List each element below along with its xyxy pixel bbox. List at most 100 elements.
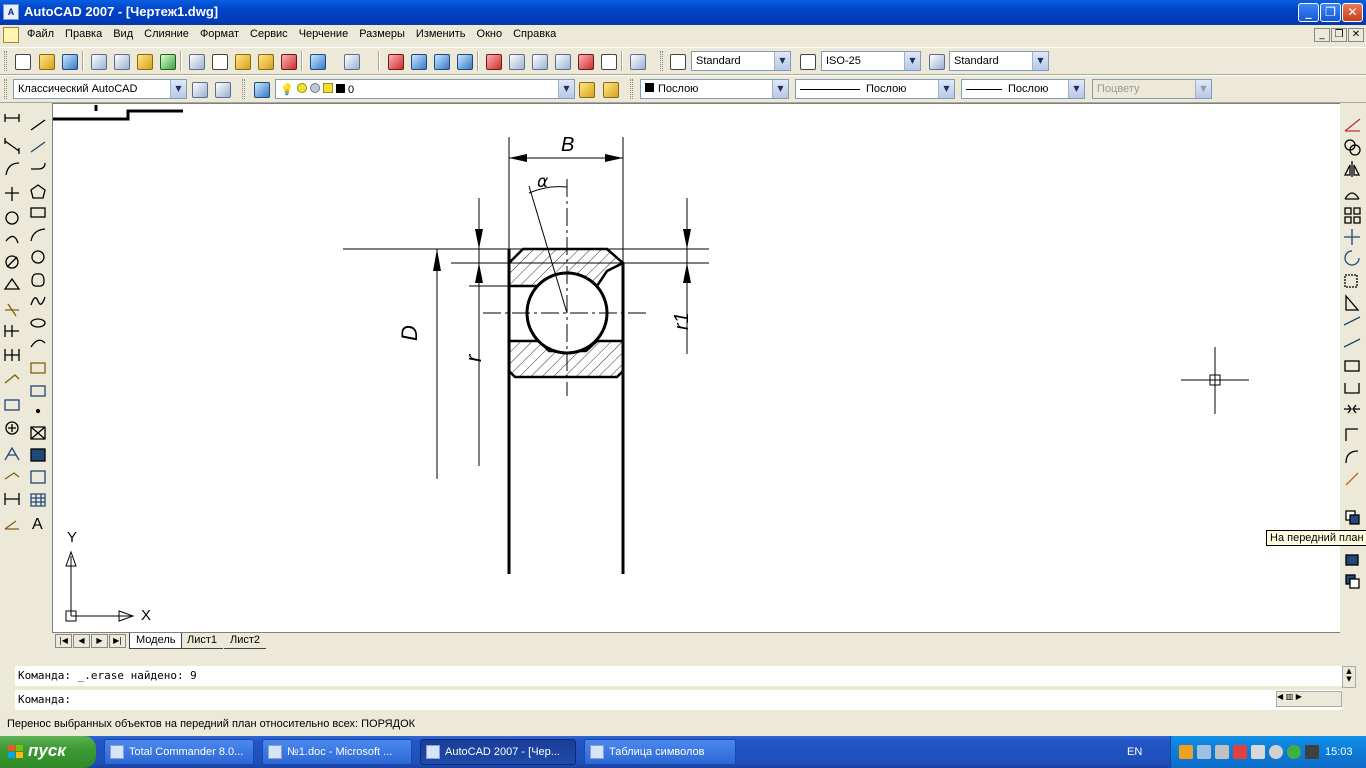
layer-previous-icon[interactable]: [601, 80, 619, 98]
task-autocad[interactable]: AutoCAD 2007 - [Чер...: [420, 739, 576, 765]
prev-tab-button[interactable]: ◀: [73, 634, 90, 648]
menu-file[interactable]: Файл: [22, 25, 60, 45]
zoom-previous-icon[interactable]: [455, 52, 473, 70]
menu-dimension[interactable]: Размеры: [354, 25, 411, 45]
tab-layout1[interactable]: Лист1: [181, 633, 224, 649]
etransmit-icon[interactable]: [158, 52, 176, 70]
network-icon[interactable]: [1197, 745, 1211, 759]
cut-icon[interactable]: [187, 52, 205, 70]
workspace-settings-icon[interactable]: [190, 80, 208, 98]
menu-modify[interactable]: Изменить: [411, 25, 472, 45]
layer-manager-icon[interactable]: [252, 80, 270, 98]
charmap-icon: [590, 745, 604, 759]
drawing-canvas[interactable]: B α D r r1 Y X: [52, 103, 1340, 633]
help-icon[interactable]: [628, 52, 646, 70]
network-disconnected-icon[interactable]: [1233, 745, 1247, 759]
layer-select[interactable]: 💡 0 ▼: [275, 79, 575, 99]
tool-palettes-icon[interactable]: [530, 52, 548, 70]
preview-icon[interactable]: [112, 52, 130, 70]
sheet-set-icon[interactable]: [553, 52, 571, 70]
new-icon[interactable]: [13, 52, 31, 70]
design-center-icon[interactable]: [507, 52, 525, 70]
match-properties-icon[interactable]: [256, 52, 274, 70]
redo-icon[interactable]: [342, 52, 360, 70]
lineweight-select[interactable]: Послою ▼: [961, 79, 1085, 99]
calculator-icon[interactable]: [599, 52, 617, 70]
menu-edit[interactable]: Правка: [60, 25, 108, 45]
dim-style-icon[interactable]: [798, 52, 816, 70]
minimize-button[interactable]: _: [1298, 3, 1319, 22]
tray-icon-8[interactable]: [1305, 745, 1319, 759]
command-scrollbar[interactable]: ▲ ▼: [1342, 666, 1356, 688]
window-title: AutoCAD 2007 - [Чертеж1.dwg]: [24, 4, 219, 19]
tray-app-icon[interactable]: [1179, 745, 1193, 759]
close-button[interactable]: ✕: [1342, 3, 1363, 22]
menu-tools[interactable]: Сервис: [245, 25, 294, 45]
next-tab-button[interactable]: ▶: [91, 634, 108, 648]
word-icon: [268, 745, 282, 759]
pan-icon[interactable]: [386, 52, 404, 70]
copy-icon[interactable]: [210, 52, 228, 70]
markup-icon[interactable]: [576, 52, 594, 70]
break-at-point-icon: [1344, 360, 1360, 372]
volume-icon[interactable]: [1251, 745, 1265, 759]
dim-edit-icon: [4, 446, 20, 461]
tray-icon-7[interactable]: [1287, 745, 1301, 759]
language-indicator[interactable]: EN: [1127, 746, 1142, 758]
menu-merge[interactable]: Слияние: [139, 25, 195, 45]
properties-icon[interactable]: [484, 52, 502, 70]
chevron-down-icon: ▼: [772, 80, 788, 98]
maximize-button[interactable]: ❐: [1320, 3, 1341, 22]
command-input[interactable]: Команда:: [15, 690, 1342, 710]
start-button[interactable]: пуск: [0, 736, 96, 768]
first-tab-button[interactable]: |◀: [55, 634, 72, 648]
linetype-select[interactable]: Послою ▼: [795, 79, 955, 99]
angular-dim-icon: [3, 277, 21, 290]
network-icon-2[interactable]: [1215, 745, 1229, 759]
tray-icon-6[interactable]: [1269, 745, 1283, 759]
zoom-window-icon[interactable]: [432, 52, 450, 70]
last-tab-button[interactable]: ▶|: [109, 634, 126, 648]
stretch-icon: [1345, 294, 1360, 311]
menu-window[interactable]: Окно: [472, 25, 509, 45]
doc-close-button[interactable]: ✕: [1348, 28, 1364, 42]
open-icon[interactable]: [37, 52, 55, 70]
task-charmap[interactable]: Таблица символов: [584, 739, 736, 765]
autocad-icon[interactable]: A: [3, 4, 19, 20]
gradient-icon: [30, 448, 46, 462]
text-style-icon[interactable]: [668, 52, 686, 70]
rectangle-icon: [30, 207, 46, 218]
tab-layout2[interactable]: Лист2: [224, 633, 267, 649]
mtext-icon: A: [32, 516, 43, 533]
arc-icon: [30, 228, 46, 242]
menu-view[interactable]: Вид: [108, 25, 139, 45]
task-word[interactable]: №1.doc - Microsoft ...: [262, 739, 412, 765]
join-icon: [1344, 404, 1360, 414]
paste-icon[interactable]: [233, 52, 251, 70]
menu-format[interactable]: Формат: [195, 25, 245, 45]
save-icon[interactable]: [60, 52, 78, 70]
block-editor-icon[interactable]: [279, 52, 297, 70]
menu-help[interactable]: Справка: [508, 25, 562, 45]
dim-style-select[interactable]: ISO-25 ▼: [821, 51, 921, 71]
table-style-select[interactable]: Standard ▼: [949, 51, 1049, 71]
task-total-commander[interactable]: Total Commander 8.0...: [104, 739, 254, 765]
lineweight-sample: [966, 88, 1002, 90]
workspace-select[interactable]: Классический AutoCAD ▼: [13, 79, 187, 99]
tab-model[interactable]: Модель: [129, 633, 183, 649]
command-hscrollbar[interactable]: ◀ ▥ ▶: [1276, 691, 1342, 707]
make-current-layer-icon[interactable]: [577, 80, 595, 98]
doc-minimize-button[interactable]: _: [1314, 28, 1330, 42]
move-icon: [1344, 229, 1360, 245]
publish-icon[interactable]: [135, 52, 153, 70]
undo-icon[interactable]: [308, 52, 326, 70]
color-select[interactable]: Послою ▼: [640, 79, 789, 99]
save-workspace-icon[interactable]: [213, 80, 231, 98]
doc-restore-button[interactable]: ❐: [1331, 28, 1347, 42]
print-icon[interactable]: [89, 52, 107, 70]
table-style-icon[interactable]: [927, 52, 945, 70]
text-style-select[interactable]: Standard ▼: [691, 51, 791, 71]
menu-draw[interactable]: Черчение: [294, 25, 355, 45]
zoom-realtime-icon[interactable]: [409, 52, 427, 70]
document-icon[interactable]: [3, 27, 19, 43]
